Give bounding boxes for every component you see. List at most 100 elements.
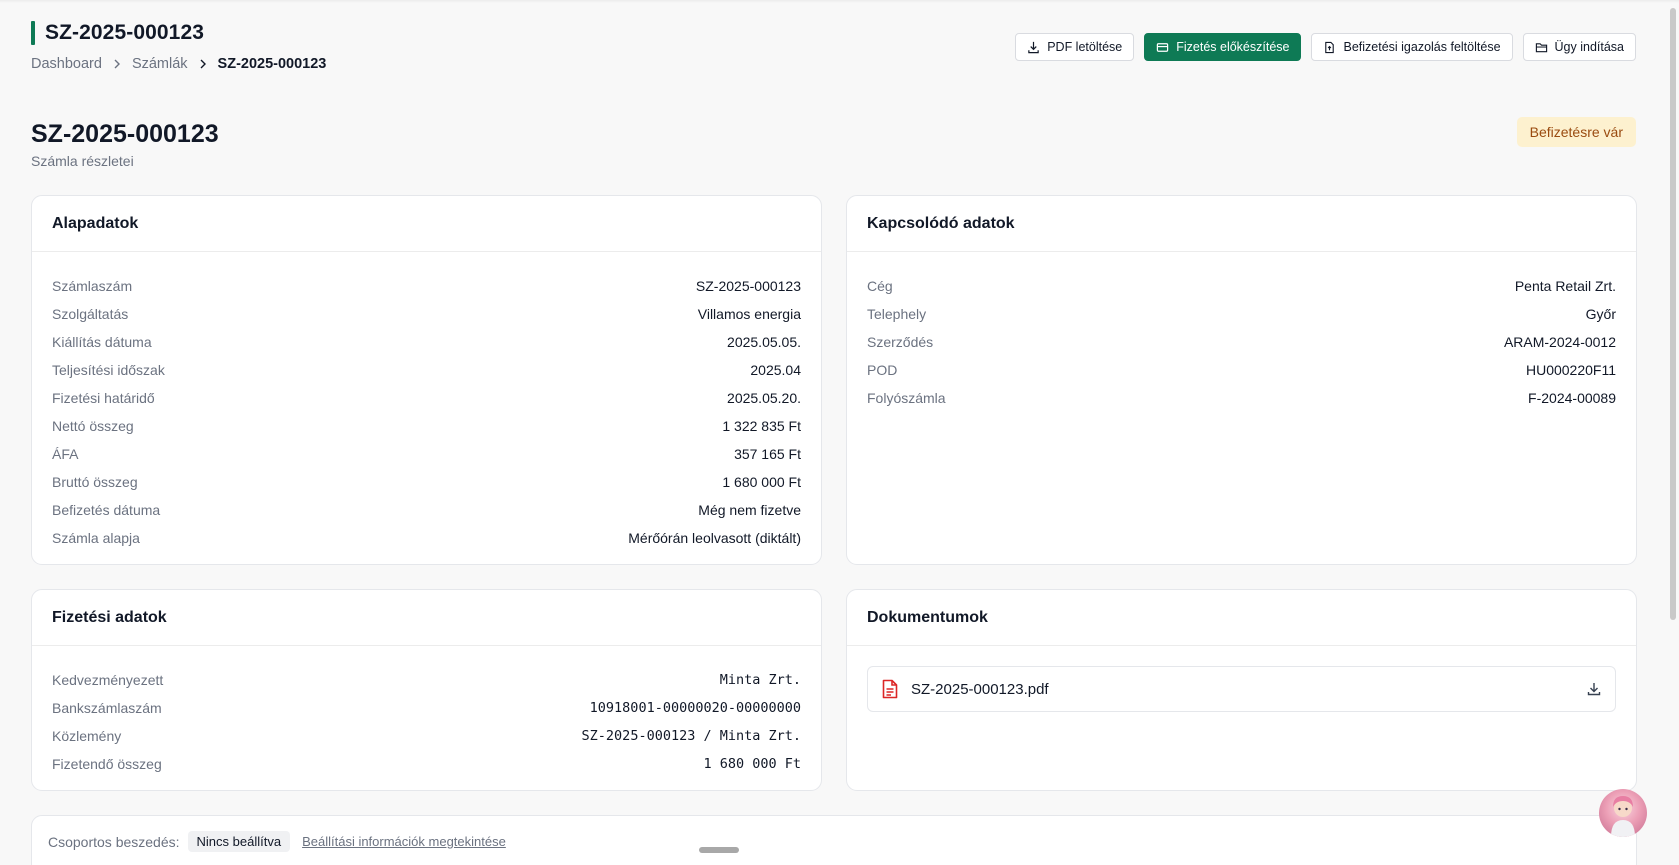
related-data-list: Cég Penta Retail Zrt. Telephely Győr Szerz…: [847, 252, 1636, 412]
download-icon: [1028, 41, 1039, 53]
detail-row: Számlaszám SZ-2025-000123: [52, 272, 801, 300]
row-label: Szolgáltatás: [52, 306, 129, 322]
row-value: 1 680 000 Ft: [722, 474, 801, 490]
document-item[interactable]: SZ-2025-000123.pdf: [867, 666, 1616, 712]
detail-row: Teljesítési időszak 2025.04: [52, 356, 801, 384]
row-label: Szerződés: [867, 334, 934, 350]
start-case-button[interactable]: Ügy indítása: [1522, 33, 1636, 61]
detail-row: Számla alapja Mérőórán leolvasott (diktál…: [52, 524, 801, 552]
download-icon[interactable]: [1586, 681, 1602, 697]
detail-row: Fizetési határidő 2025.05.20.: [52, 384, 801, 412]
row-label: Bruttó összeg: [52, 474, 138, 490]
row-value: 2025.05.05.: [727, 334, 801, 350]
avatar[interactable]: [1599, 789, 1647, 837]
detail-row: Nettó összeg 1 322 835 Ft: [52, 412, 801, 440]
row-value: SZ-2025-000123 / Minta Zrt.: [581, 728, 801, 744]
settings-info-link[interactable]: Beállítási információk megtekintése: [302, 834, 506, 849]
file-upload-icon: [1325, 41, 1335, 53]
drag-handle[interactable]: [699, 847, 739, 853]
prepare-payment-button[interactable]: Fizetés előkészítése: [1144, 33, 1302, 61]
row-value: SZ-2025-000123: [695, 278, 801, 294]
document-name: SZ-2025-000123.pdf: [911, 680, 1049, 698]
detail-row: Kedvezményezett Minta Zrt.: [52, 666, 801, 694]
chevron-right-icon: [194, 59, 212, 69]
detail-row: Telephely Győr: [867, 300, 1616, 328]
row-value: Mérőórán leolvasott (diktált): [628, 530, 801, 546]
top-shade: [0, 0, 1679, 3]
group-collection-bar: Csoportos beszedés: Nincs beállítva Beál…: [31, 815, 1637, 865]
row-value: Győr: [1585, 306, 1616, 322]
card-title: Alapadatok: [32, 196, 821, 252]
row-value: 2025.05.20.: [727, 390, 801, 406]
card-title: Kapcsolódó adatok: [847, 196, 1636, 252]
row-label: ÁFA: [52, 446, 79, 462]
breadcrumb-dashboard[interactable]: Dashboard: [31, 56, 102, 72]
credit-card-icon: [1157, 42, 1169, 52]
detail-row: Közlemény SZ-2025-000123 / Minta Zrt.: [52, 722, 801, 750]
row-value: 357 165 Ft: [734, 446, 801, 462]
prepare-payment-label: Fizetés előkészítése: [1176, 40, 1290, 54]
avatar-figure-icon: [1611, 796, 1635, 837]
chevron-right-icon: [108, 59, 126, 69]
breadcrumb-current: SZ-2025-000123: [217, 56, 327, 72]
payment-data-card: Fizetési adatok Kedvezményezett Minta Zrt…: [31, 589, 822, 791]
row-value: Penta Retail Zrt.: [1514, 278, 1616, 294]
row-label: Teljesítési időszak: [52, 362, 165, 378]
payment-data-list: Kedvezményezett Minta Zrt. Bankszámlaszám…: [32, 646, 821, 778]
status-badge: Befizetésre vár: [1516, 117, 1636, 147]
row-label: Bankszámlaszám: [52, 700, 162, 716]
card-title: Fizetési adatok: [32, 590, 821, 646]
pdf-download-button[interactable]: PDF letöltése: [1015, 33, 1135, 61]
detail-row: Bruttó összeg 1 680 000 Ft: [52, 468, 801, 496]
row-label: Kiállítás dátuma: [52, 334, 152, 350]
page-title: SZ-2025-000123: [31, 120, 219, 148]
related-data-card: Kapcsolódó adatok Cég Penta Retail Zrt. T…: [846, 195, 1637, 565]
row-value: F-2024-00089: [1528, 390, 1616, 406]
pdf-file-icon: [882, 679, 898, 699]
row-value: HU000220F11: [1525, 362, 1616, 378]
detail-row: POD HU000220F11: [867, 356, 1616, 384]
pdf-download-label: PDF letöltése: [1047, 40, 1123, 54]
row-label: Folyószámla: [867, 390, 946, 406]
documents-card: Dokumentumok SZ-2025-000123.pdf: [846, 589, 1637, 791]
start-case-label: Ügy indítása: [1554, 40, 1624, 54]
detail-row: Folyószámla F-2024-00089: [867, 384, 1616, 412]
group-collection-value: Nincs beállítva: [187, 831, 291, 852]
upload-proof-label: Befizetési igazolás feltöltése: [1343, 40, 1501, 54]
row-value: Még nem fizetve: [698, 502, 801, 518]
detail-row: Cég Penta Retail Zrt.: [867, 272, 1616, 300]
title-accent-bar: [31, 21, 35, 45]
row-label: Számla alapja: [52, 530, 140, 546]
row-label: Nettó összeg: [52, 418, 134, 434]
page-header: SZ-2025-000123 Dashboard Számlák SZ-2025…: [31, 20, 326, 72]
detail-row: Befizetés dátuma Még nem fizetve: [52, 496, 801, 524]
upload-proof-button[interactable]: Befizetési igazolás feltöltése: [1311, 33, 1513, 61]
row-label: Befizetés dátuma: [52, 502, 161, 518]
detail-row: Bankszámlaszám 10918001-00000020-00000000: [52, 694, 801, 722]
detail-row: Kiállítás dátuma 2025.05.05.: [52, 328, 801, 356]
row-value: ARAM-2024-0012: [1503, 334, 1616, 350]
group-collection-label: Csoportos beszedés:: [48, 834, 180, 850]
basic-data-card: Alapadatok Számlaszám SZ-2025-000123 Szol…: [31, 195, 822, 565]
header-title: SZ-2025-000123: [45, 21, 205, 44]
action-toolbar: PDF letöltése Fizetés előkészítése Befiz…: [1015, 33, 1636, 61]
detail-row: Szerződés ARAM-2024-0012: [867, 328, 1616, 356]
row-label: Fizetési határidő: [52, 390, 155, 406]
row-value: 2025.04: [750, 362, 801, 378]
row-label: Közlemény: [52, 728, 122, 744]
row-label: Cég: [867, 278, 893, 294]
row-label: Kedvezményezett: [52, 672, 164, 688]
card-title: Dokumentumok: [847, 590, 1636, 646]
row-value: 1 680 000 Ft: [703, 756, 801, 772]
row-label: Telephely: [867, 306, 927, 322]
row-label: Számlaszám: [52, 278, 133, 294]
basic-data-list: Számlaszám SZ-2025-000123 Szolgáltatás Vil…: [32, 252, 821, 552]
breadcrumb-invoices[interactable]: Számlák: [132, 56, 188, 72]
row-value: 10918001-00000020-00000000: [589, 700, 801, 716]
detail-row: Fizetendő összeg 1 680 000 Ft: [52, 750, 801, 778]
scrollbar[interactable]: [1670, 8, 1676, 620]
page-subtitle: Számla részletei: [31, 153, 134, 169]
folder-icon: [1535, 42, 1547, 52]
breadcrumb: Dashboard Számlák SZ-2025-000123: [31, 56, 326, 72]
detail-row: Szolgáltatás Villamos energia: [52, 300, 801, 328]
